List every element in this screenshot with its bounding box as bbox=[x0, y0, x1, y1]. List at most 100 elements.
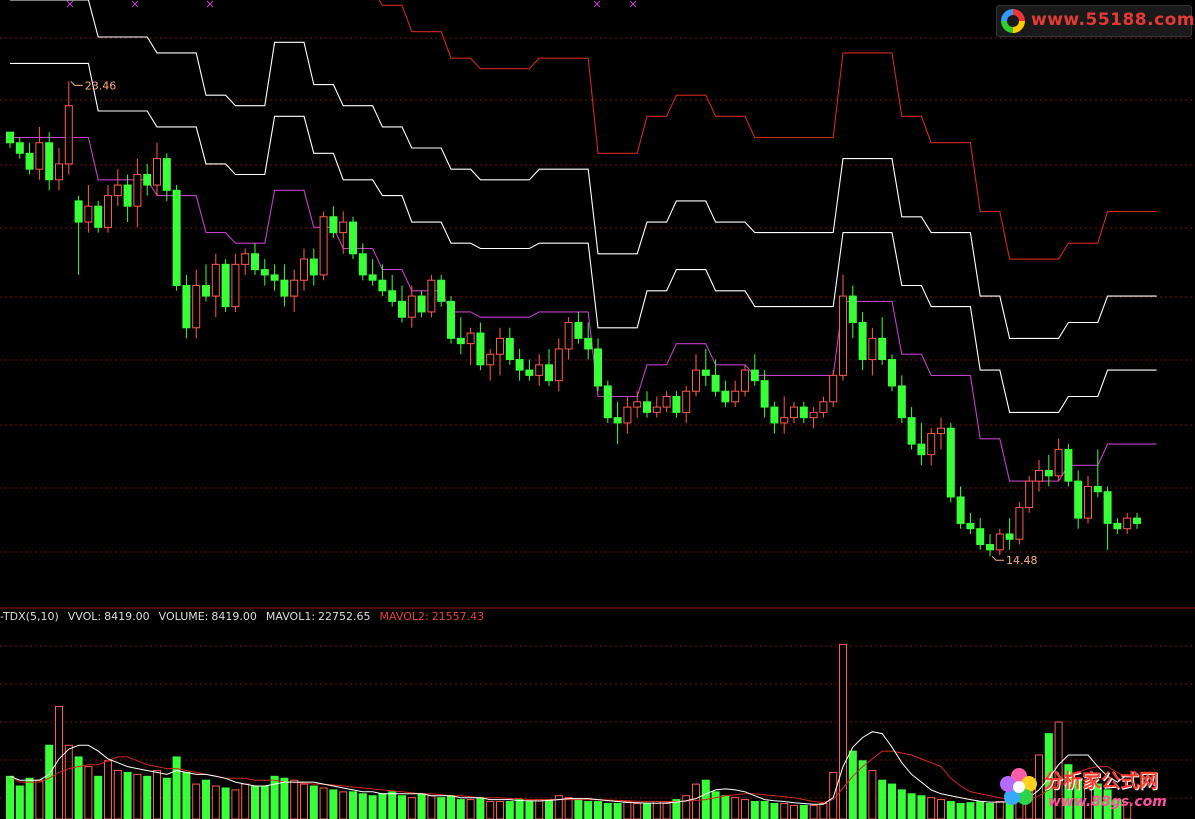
candle-body bbox=[741, 369, 749, 392]
volume-bar bbox=[966, 802, 975, 819]
candle-body bbox=[868, 337, 877, 361]
volume-bar bbox=[721, 795, 730, 819]
volume-bar bbox=[192, 783, 201, 819]
volume-bar bbox=[241, 783, 250, 819]
volume-bar bbox=[829, 771, 838, 819]
volume-bar bbox=[84, 766, 93, 819]
signal-marker-icon bbox=[66, 0, 74, 8]
volume-bar bbox=[329, 789, 338, 819]
candle-body bbox=[770, 406, 779, 424]
candle-body bbox=[309, 258, 318, 276]
volume-bar bbox=[231, 789, 240, 819]
volume-label: VOLUME: bbox=[158, 610, 209, 623]
site-logo-bottom: 分析家公式网 www.88gs.com bbox=[992, 760, 1192, 818]
candle-body bbox=[976, 528, 985, 546]
volume-bar bbox=[496, 801, 504, 819]
candle-body bbox=[515, 359, 524, 371]
flower-logo-icon bbox=[1000, 768, 1037, 805]
candle-body bbox=[564, 322, 573, 350]
volume-bar bbox=[594, 801, 602, 819]
candle-body bbox=[407, 295, 416, 318]
high-price-pointer bbox=[70, 81, 83, 86]
candle-body bbox=[456, 337, 465, 345]
candle-body bbox=[927, 433, 936, 456]
volume-bar bbox=[976, 801, 985, 819]
candle-body bbox=[55, 163, 63, 181]
candle-body bbox=[995, 533, 1004, 551]
volume-value: 8419.00 bbox=[211, 610, 257, 623]
candle-body bbox=[1113, 522, 1122, 530]
site-logo-top: www.55188.com bbox=[996, 5, 1195, 37]
volume-bar bbox=[64, 744, 73, 819]
volume-bar bbox=[427, 795, 436, 819]
channel-bands bbox=[10, 0, 1157, 482]
signal-marker-icon bbox=[206, 0, 214, 8]
candle-body bbox=[319, 216, 328, 276]
candle-body bbox=[946, 427, 955, 498]
candle-body bbox=[1133, 517, 1141, 524]
candle-body bbox=[172, 189, 181, 286]
candle-body bbox=[721, 390, 730, 403]
candle-body bbox=[731, 390, 740, 403]
indicator-name: -TDX(5,10) bbox=[0, 610, 59, 623]
candle-body bbox=[64, 105, 73, 165]
volume-bar bbox=[466, 799, 475, 819]
volume-bar bbox=[290, 779, 299, 819]
mavol1-value: 22752.65 bbox=[318, 610, 371, 623]
candle-body bbox=[143, 173, 152, 186]
volume-bar bbox=[731, 797, 740, 819]
candle-body bbox=[829, 374, 838, 403]
candle-body bbox=[652, 406, 661, 413]
volume-bar bbox=[113, 770, 122, 819]
volume-bar bbox=[123, 771, 132, 819]
volume-bar bbox=[878, 779, 887, 819]
candle-body bbox=[956, 496, 965, 524]
volume-bar bbox=[790, 804, 798, 819]
candle-body bbox=[799, 406, 808, 419]
candle-body bbox=[662, 396, 671, 408]
volume-bar bbox=[643, 802, 651, 819]
candle-body bbox=[888, 359, 896, 387]
volume-bar bbox=[143, 775, 152, 819]
volume-bar bbox=[260, 785, 269, 819]
candle-body bbox=[388, 290, 397, 302]
indicator-header: -TDX(5,10) VVOL: 8419.00 VOLUME: 8419.00 MAVO… bbox=[0, 610, 493, 623]
candle-body bbox=[623, 406, 632, 424]
candle-body bbox=[584, 337, 593, 350]
volume-bar bbox=[6, 775, 14, 819]
candle-body bbox=[133, 173, 142, 207]
volume-bar bbox=[937, 799, 945, 819]
candle-body bbox=[1074, 480, 1083, 519]
candle-body bbox=[1015, 507, 1024, 540]
volume-bar bbox=[809, 804, 818, 819]
candle-body bbox=[378, 279, 387, 292]
upper-mid-band-line bbox=[10, 0, 1157, 339]
candle-body bbox=[300, 258, 308, 281]
volume-bar bbox=[545, 799, 553, 819]
candle-body bbox=[260, 269, 269, 276]
candle-body bbox=[437, 279, 446, 302]
volume-bar bbox=[417, 793, 426, 819]
candle-body bbox=[496, 337, 504, 355]
volume-bar bbox=[652, 801, 661, 819]
candle-body bbox=[613, 417, 622, 424]
volume-bar bbox=[221, 787, 230, 819]
candle-body bbox=[1005, 533, 1014, 540]
candle-body bbox=[545, 364, 553, 382]
candle-body bbox=[162, 158, 171, 191]
volume-bar bbox=[584, 801, 593, 819]
candle-body bbox=[1093, 485, 1102, 493]
volume-bar bbox=[133, 773, 142, 819]
volume-bar bbox=[25, 777, 34, 819]
signal-marker-icon bbox=[593, 0, 601, 8]
volume-bar bbox=[378, 793, 387, 819]
candle-body bbox=[819, 401, 828, 413]
candle-body bbox=[241, 253, 250, 265]
logo-cn-text: 分析家公式网 bbox=[1044, 770, 1159, 792]
candle-body bbox=[790, 406, 798, 419]
volume-bar bbox=[750, 801, 759, 819]
candle-body bbox=[280, 279, 289, 297]
volume-bar bbox=[505, 801, 514, 819]
candle-body bbox=[633, 401, 642, 408]
candle-body bbox=[192, 284, 201, 329]
